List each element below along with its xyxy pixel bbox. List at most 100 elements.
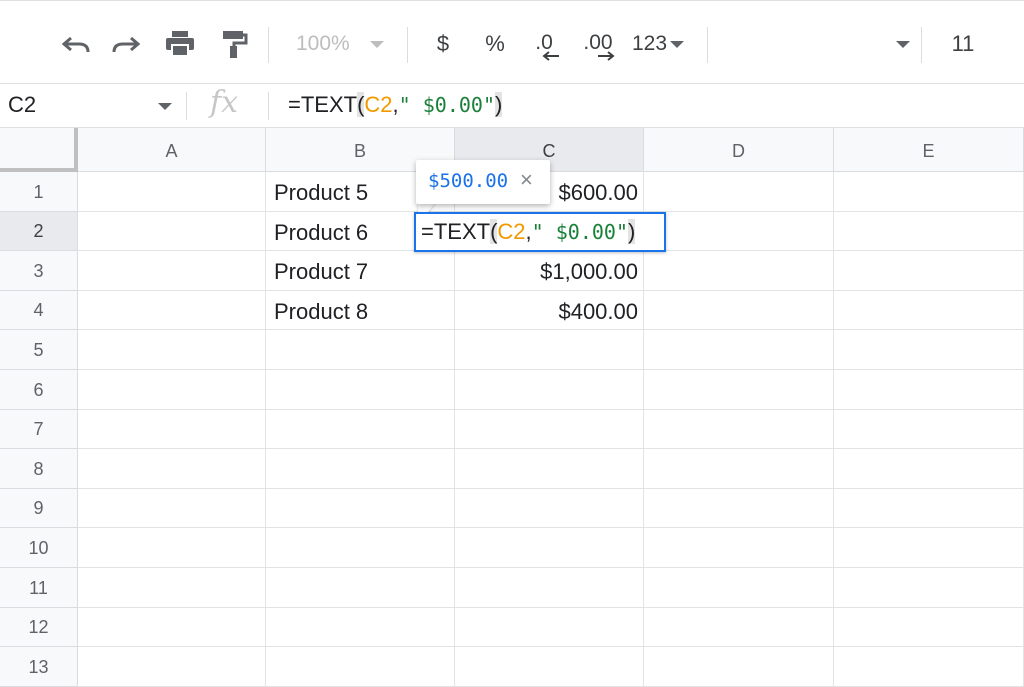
cell-c3[interactable]: $1,000.00 (455, 251, 644, 291)
row-header[interactable]: 6 (0, 370, 78, 410)
cell-b13[interactable] (266, 647, 455, 687)
paint-format-button[interactable] (214, 26, 254, 62)
cell-c13[interactable] (455, 647, 644, 687)
formula-divider (268, 92, 269, 120)
formula-function: =TEXT (288, 92, 358, 117)
cell-b9[interactable] (266, 489, 455, 528)
increase-decimal-button[interactable]: .00 (578, 26, 618, 62)
cell-b3[interactable]: Product 7 (266, 251, 455, 291)
cell-e10[interactable] (834, 528, 1024, 568)
cell-c11[interactable] (455, 568, 644, 608)
currency-format-button[interactable]: $ (428, 26, 458, 62)
cell-e3[interactable] (834, 251, 1024, 291)
cell-d8[interactable] (644, 449, 834, 489)
print-button[interactable] (160, 26, 200, 62)
cell-d5[interactable] (644, 330, 834, 370)
cell-d2[interactable] (644, 212, 834, 251)
row-header[interactable]: 11 (0, 568, 78, 608)
cell-b10[interactable] (266, 528, 455, 568)
cell-e4[interactable] (834, 291, 1024, 330)
row-header[interactable]: 12 (0, 608, 78, 647)
cell-a10[interactable] (78, 528, 266, 568)
cell-a7[interactable] (78, 410, 266, 449)
cell-d6[interactable] (644, 370, 834, 410)
column-header-e[interactable]: E (834, 128, 1024, 172)
cell-a11[interactable] (78, 568, 266, 608)
cell-a1[interactable] (78, 172, 266, 212)
cell-e1[interactable] (834, 172, 1024, 212)
chevron-down-icon (670, 40, 685, 48)
cell-b8[interactable] (266, 449, 455, 489)
more-formats-button[interactable]: 123 (632, 26, 696, 62)
decrease-decimal-button[interactable]: .0 (526, 26, 562, 62)
cell-e2[interactable] (834, 212, 1024, 251)
cell-c8[interactable] (455, 449, 644, 489)
row-header[interactable]: 2 (0, 212, 78, 251)
row-header[interactable]: 7 (0, 410, 78, 449)
cell-c6[interactable] (455, 370, 644, 410)
font-size-input[interactable]: 11 (936, 26, 990, 62)
cell-a12[interactable] (78, 608, 266, 647)
cell-c7[interactable] (455, 410, 644, 449)
cell-d10[interactable] (644, 528, 834, 568)
cell-e9[interactable] (834, 489, 1024, 528)
cell-b5[interactable] (266, 330, 455, 370)
cell-e12[interactable] (834, 608, 1024, 647)
chevron-down-icon[interactable] (158, 103, 172, 110)
cell-c10[interactable] (455, 528, 644, 568)
cell-d4[interactable] (644, 291, 834, 330)
percent-format-button[interactable]: % (480, 26, 510, 62)
font-family-select[interactable] (718, 26, 910, 62)
row-header[interactable]: 9 (0, 489, 78, 528)
row-header[interactable]: 5 (0, 330, 78, 370)
formula-input[interactable]: =TEXT(C2," $0.00") (288, 92, 503, 118)
column-header-d[interactable]: D (644, 128, 834, 172)
cell-c12[interactable] (455, 608, 644, 647)
cell-d9[interactable] (644, 489, 834, 528)
row-header[interactable]: 4 (0, 291, 78, 330)
cell-e11[interactable] (834, 568, 1024, 608)
cell-a13[interactable] (78, 647, 266, 687)
row-header[interactable]: 8 (0, 449, 78, 489)
cell-b12[interactable] (266, 608, 455, 647)
cell-d11[interactable] (644, 568, 834, 608)
row-header[interactable]: 10 (0, 528, 78, 568)
column-header-a[interactable]: A (78, 128, 266, 172)
row-header[interactable]: 13 (0, 647, 78, 687)
cell-e7[interactable] (834, 410, 1024, 449)
cell-a2[interactable] (78, 212, 266, 251)
cell-d1[interactable] (644, 172, 834, 212)
cell-c9[interactable] (455, 489, 644, 528)
row-header[interactable]: 1 (0, 172, 78, 212)
cell-d13[interactable] (644, 647, 834, 687)
cell-a4[interactable] (78, 291, 266, 330)
cell-a8[interactable] (78, 449, 266, 489)
cell-a3[interactable] (78, 251, 266, 291)
cell-a9[interactable] (78, 489, 266, 528)
select-all-corner[interactable] (0, 128, 78, 172)
cell-b4[interactable]: Product 8 (266, 291, 455, 330)
cell-b6[interactable] (266, 370, 455, 410)
row-header[interactable]: 3 (0, 251, 78, 291)
cell-editor[interactable]: =TEXT(C2," $0.00") (414, 212, 666, 252)
preview-value: $500.00 (428, 170, 509, 192)
cell-d7[interactable] (644, 410, 834, 449)
name-box[interactable]: C2 (8, 92, 36, 118)
cell-e5[interactable] (834, 330, 1024, 370)
cell-a5[interactable] (78, 330, 266, 370)
cell-d12[interactable] (644, 608, 834, 647)
redo-button[interactable] (106, 26, 146, 62)
cell-e6[interactable] (834, 370, 1024, 410)
cell-e8[interactable] (834, 449, 1024, 489)
cell-e13[interactable] (834, 647, 1024, 687)
cell-b7[interactable] (266, 410, 455, 449)
close-icon[interactable]: × (520, 167, 533, 193)
cell-b11[interactable] (266, 568, 455, 608)
cell-a6[interactable] (78, 370, 266, 410)
zoom-select[interactable]: 100% (296, 26, 392, 62)
cell-c4[interactable]: $400.00 (455, 291, 644, 330)
cell-c5[interactable] (455, 330, 644, 370)
cell-d3[interactable] (644, 251, 834, 291)
undo-button[interactable] (56, 26, 96, 62)
zoom-value: 100% (296, 32, 350, 55)
